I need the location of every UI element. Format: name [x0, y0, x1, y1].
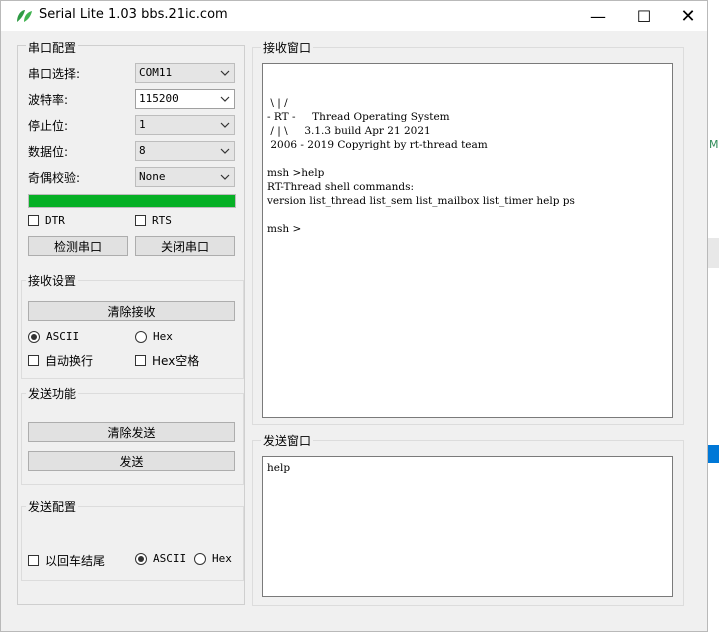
radio-selected-icon	[28, 330, 40, 343]
send-button[interactable]: 发送	[28, 451, 235, 471]
port-select[interactable]: COM11	[135, 63, 235, 83]
checkbox-box	[135, 215, 146, 226]
data-bits-label: 数据位:	[28, 145, 69, 159]
stop-bits-value: 1	[139, 118, 146, 131]
parity-select[interactable]: None	[135, 167, 235, 187]
send-function-title: 发送功能	[26, 385, 79, 402]
maximize-button[interactable]: ☐	[621, 1, 667, 31]
receive-hex-radio[interactable]: Hex	[135, 330, 173, 343]
clear-receive-button[interactable]: 清除接收	[28, 301, 235, 321]
checkbox-box	[135, 355, 146, 366]
title-bar[interactable]: Serial Lite 1.03 bbs.21ic.com — ☐ ✕	[1, 1, 707, 31]
end-with-crlf-checkbox[interactable]: 以回车结尾	[28, 552, 105, 569]
send-window-title: 发送窗口	[261, 432, 314, 449]
background-app-strip	[708, 238, 719, 268]
port-label: 串口选择:	[28, 67, 81, 81]
receive-ascii-radio[interactable]: ASCII	[28, 330, 79, 343]
dtr-checkbox[interactable]: DTR	[28, 214, 65, 227]
send-textarea[interactable]: help	[262, 456, 673, 597]
radio-selected-icon	[135, 552, 147, 565]
auto-wrap-label: 自动换行	[45, 354, 94, 368]
chevron-down-icon	[220, 148, 230, 154]
receive-textarea[interactable]: \ | / - RT - Thread Operating System / |…	[262, 63, 673, 418]
background-fragment: Ma	[709, 138, 719, 151]
receive-window-title: 接收窗口	[261, 39, 314, 56]
connection-progress-bar	[28, 194, 236, 208]
send-ascii-label: ASCII	[153, 552, 187, 565]
hex-space-checkbox[interactable]: Hex空格	[135, 352, 199, 369]
checkbox-box	[28, 555, 39, 566]
rts-label: RTS	[152, 214, 172, 227]
port-config-title: 串口配置	[26, 39, 79, 56]
port-select-value: COM11	[139, 66, 173, 79]
progress-fill	[29, 195, 235, 207]
data-bits-select[interactable]: 8	[135, 141, 235, 161]
window-title: Serial Lite 1.03 bbs.21ic.com	[39, 7, 228, 22]
checkbox-box	[28, 355, 39, 366]
data-bits-value: 8	[139, 144, 146, 157]
send-ascii-radio[interactable]: ASCII	[135, 552, 186, 565]
radio-unselected-icon	[135, 330, 147, 343]
baud-select-value: 115200	[139, 92, 179, 105]
detect-port-button[interactable]: 检测串口	[28, 236, 128, 256]
stop-bits-select[interactable]: 1	[135, 115, 235, 135]
baud-label: 波特率:	[28, 93, 69, 107]
leaf-icon	[17, 10, 32, 22]
send-hex-label: Hex	[212, 552, 232, 565]
parity-label: 奇偶校验:	[28, 171, 81, 185]
radio-unselected-icon	[194, 552, 206, 565]
baud-select[interactable]: 115200	[135, 89, 235, 109]
parity-value: None	[139, 170, 166, 183]
chevron-down-icon	[220, 96, 230, 102]
minimize-button[interactable]: —	[575, 1, 621, 31]
send-config-title: 发送配置	[26, 498, 79, 515]
close-button[interactable]: ✕	[665, 1, 711, 31]
checkbox-box	[28, 215, 39, 226]
receive-settings-title: 接收设置	[26, 272, 79, 289]
end-with-crlf-label: 以回车结尾	[45, 554, 106, 568]
chevron-down-icon	[220, 70, 230, 76]
serial-lite-window: Serial Lite 1.03 bbs.21ic.com — ☐ ✕ 串口配置…	[0, 0, 708, 632]
auto-wrap-checkbox[interactable]: 自动换行	[28, 352, 93, 369]
chevron-down-icon	[220, 122, 230, 128]
hex-space-label: Hex空格	[152, 354, 200, 368]
receive-ascii-label: ASCII	[46, 330, 80, 343]
rts-checkbox[interactable]: RTS	[135, 214, 172, 227]
dtr-label: DTR	[45, 214, 65, 227]
send-hex-radio[interactable]: Hex	[194, 552, 232, 565]
send-config-group	[21, 506, 244, 581]
background-app-selected-row	[708, 445, 719, 463]
clear-send-button[interactable]: 清除发送	[28, 422, 235, 442]
close-port-button[interactable]: 关闭串口	[135, 236, 235, 256]
chevron-down-icon	[220, 174, 230, 180]
receive-hex-label: Hex	[153, 330, 173, 343]
stop-bits-label: 停止位:	[28, 119, 69, 133]
